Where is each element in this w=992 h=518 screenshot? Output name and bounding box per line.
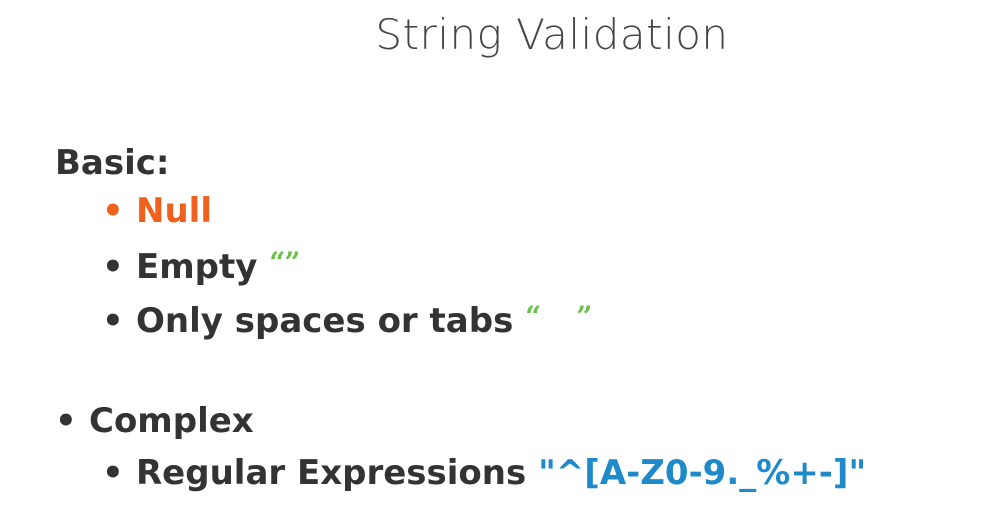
bullet-regex: • Regular Expressions "^[A-Z0-9._%+-]" — [102, 450, 866, 496]
regex-label: Regular Expressions — [136, 453, 527, 493]
complex-label: Complex — [89, 401, 254, 441]
bullet-null: • Null — [102, 188, 212, 234]
bullet-spaces: • Only spaces or tabs “ ” — [102, 294, 592, 344]
bullet-complex: • Complex — [55, 398, 254, 444]
bullet-dot: • — [102, 453, 124, 493]
spaces-label: Only spaces or tabs — [136, 301, 514, 341]
spaces-close-quote: ” — [576, 300, 592, 333]
basic-heading: Basic: — [55, 143, 170, 183]
bullet-dot: • — [102, 247, 124, 287]
regex-pattern: "^[A-Z0-9._%+-]" — [538, 453, 867, 493]
bullet-dot: • — [55, 401, 77, 441]
null-label: Null — [136, 191, 212, 231]
slide: String Validation Basic: • Null • Empty “”… — [0, 0, 992, 518]
empty-label: Empty — [136, 247, 258, 287]
bullet-dot: • — [102, 301, 124, 341]
empty-quotes: “” — [269, 246, 300, 279]
bullet-empty: • Empty “” — [102, 240, 300, 290]
bullet-dot: • — [102, 191, 124, 231]
slide-title: String Validation — [375, 10, 729, 59]
spaces-open-quote: “ — [525, 300, 541, 333]
